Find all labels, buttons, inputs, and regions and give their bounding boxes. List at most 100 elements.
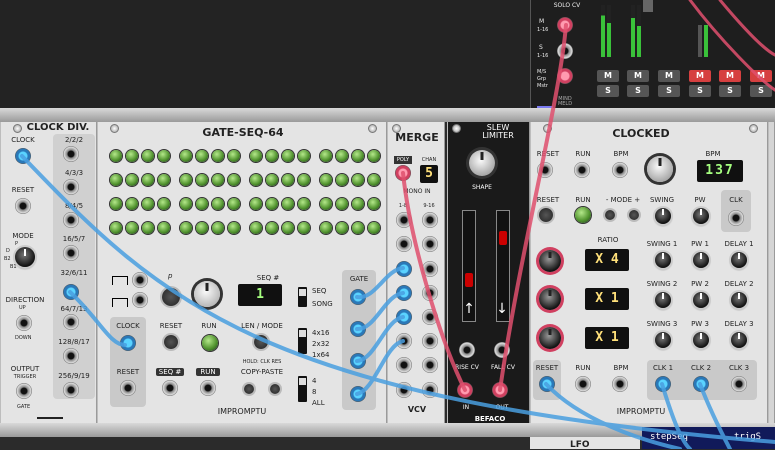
gate-step-button[interactable] [180, 198, 192, 210]
gate-step-button[interactable] [228, 198, 240, 210]
gate-step-button[interactable] [282, 222, 294, 234]
gate-step-button[interactable] [126, 150, 138, 162]
gate-step-button[interactable] [142, 150, 154, 162]
gate-seq-len-switch[interactable] [298, 328, 307, 354]
clock-div-out-jack-5[interactable] [63, 284, 79, 300]
mixer-mute-cv-jack[interactable] [557, 17, 573, 33]
gate-step-button[interactable] [320, 150, 332, 162]
mixer-fader-1[interactable] [643, 0, 653, 12]
clock-div-out-jack-8[interactable] [63, 382, 79, 398]
clocked-pw-2-knob[interactable] [693, 292, 709, 308]
gate-step-button[interactable] [158, 150, 170, 162]
gate-step-button[interactable] [110, 198, 122, 210]
gate-step-button[interactable] [196, 150, 208, 162]
gate-step-button[interactable] [126, 198, 138, 210]
slew-rise-slider-handle[interactable] [465, 273, 473, 287]
clock-div-output-switch[interactable] [16, 383, 32, 399]
clocked-swing-knob[interactable] [655, 208, 671, 224]
clock-div-out-jack-6[interactable] [63, 314, 79, 330]
merge-in-jack-1[interactable] [396, 212, 412, 228]
clock-div-out-jack-3[interactable] [63, 212, 79, 228]
clocked-pw-3-knob[interactable] [693, 332, 709, 348]
gate-step-button[interactable] [212, 222, 224, 234]
mixer-ms-jack[interactable] [557, 68, 573, 84]
gate-step-button[interactable] [298, 198, 310, 210]
gate-step-button[interactable] [110, 222, 122, 234]
clocked-bpm-input-jack[interactable] [612, 162, 628, 178]
gate-step-button[interactable] [126, 174, 138, 186]
gate-step-button[interactable] [368, 174, 380, 186]
gate-seq-seq-song-switch[interactable] [298, 287, 307, 307]
gate-seq-gate-out-jack-3[interactable] [350, 353, 366, 369]
gate-seq-reset-button[interactable] [164, 335, 178, 349]
gate-step-button[interactable] [212, 150, 224, 162]
mixer-solo-button-1[interactable]: S [597, 85, 619, 97]
gate-step-button[interactable] [336, 174, 348, 186]
gate-step-button[interactable] [266, 174, 278, 186]
gate-seq-seq-knob[interactable] [194, 281, 220, 307]
mixer-solo-button-6[interactable]: S [750, 85, 772, 97]
merge-in-jack-13[interactable] [422, 309, 438, 325]
clocked-pw-knob[interactable] [693, 208, 709, 224]
gate-step-button[interactable] [282, 150, 294, 162]
gate-step-button[interactable] [196, 222, 208, 234]
slew-shape-knob[interactable] [469, 150, 495, 176]
gate-seq-gate-out-jack-4[interactable] [350, 386, 366, 402]
gate-step-button[interactable] [228, 150, 240, 162]
gate-step-button[interactable] [228, 174, 240, 186]
gate-seq-run-button[interactable] [202, 335, 218, 351]
clocked-mode-plus-button[interactable] [629, 210, 639, 220]
gate-step-button[interactable] [352, 174, 364, 186]
merge-in-jack-7[interactable] [396, 357, 412, 373]
gate-seq-gate-out-jack-2[interactable] [350, 321, 366, 337]
slew-fall-slider-handle[interactable] [499, 231, 507, 245]
gate-seq-paste-button[interactable] [270, 384, 280, 394]
merge-in-jack-12[interactable] [422, 285, 438, 301]
mixer-solo-button-5[interactable]: S [719, 85, 741, 97]
clocked-run-out-jack[interactable] [575, 376, 591, 392]
merge-in-jack-6[interactable] [396, 333, 412, 349]
merge-in-jack-5[interactable] [396, 309, 412, 325]
mixer-mute-button-3[interactable]: M [658, 70, 680, 82]
slew-in-jack[interactable] [457, 382, 473, 398]
gate-step-button[interactable] [266, 222, 278, 234]
clocked-reset-button[interactable] [539, 208, 553, 222]
gate-step-button[interactable] [158, 222, 170, 234]
gate-step-button[interactable] [352, 150, 364, 162]
merge-in-jack-15[interactable] [422, 357, 438, 373]
gate-step-button[interactable] [298, 150, 310, 162]
gate-step-button[interactable] [320, 198, 332, 210]
mixer-mute-button-5[interactable]: M [719, 70, 741, 82]
slew-rise-cv-jack[interactable] [459, 342, 475, 358]
gate-step-button[interactable] [320, 222, 332, 234]
gate-step-button[interactable] [352, 222, 364, 234]
clock-div-out-jack-7[interactable] [63, 348, 79, 364]
gate-step-button[interactable] [368, 198, 380, 210]
gate-seq-reset-input-jack[interactable] [120, 380, 136, 396]
gate-step-button[interactable] [110, 174, 122, 186]
slew-out-jack[interactable] [492, 382, 508, 398]
merge-in-jack-2[interactable] [396, 236, 412, 252]
clocked-clk2-out-jack[interactable] [693, 376, 709, 392]
merge-in-jack-4[interactable] [396, 285, 412, 301]
clocked-clk3-out-jack[interactable] [731, 376, 747, 392]
gate-step-button[interactable] [266, 150, 278, 162]
clocked-swing-2-knob[interactable] [655, 292, 671, 308]
gate-step-button[interactable] [368, 150, 380, 162]
gate-step-button[interactable] [250, 150, 262, 162]
clocked-clk1-out-jack[interactable] [655, 376, 671, 392]
gate-step-button[interactable] [180, 174, 192, 186]
gate-seq-seq-cv-jack[interactable] [162, 380, 178, 396]
mixer-solo-cv-jack[interactable] [557, 43, 573, 59]
mixer-mute-button-6[interactable]: M [750, 70, 772, 82]
merge-in-jack-10[interactable] [422, 236, 438, 252]
gate-step-button[interactable] [336, 198, 348, 210]
merge-poly-out-jack[interactable] [395, 165, 411, 181]
gate-step-button[interactable] [212, 174, 224, 186]
gate-step-button[interactable] [228, 222, 240, 234]
gate-seq-run-cv-jack[interactable] [200, 380, 216, 396]
gate-step-button[interactable] [180, 222, 192, 234]
clocked-reset-out-jack[interactable] [539, 376, 555, 392]
gate-seq-gate-mode-button-2[interactable] [132, 292, 148, 308]
merge-in-jack-3[interactable] [396, 261, 412, 277]
